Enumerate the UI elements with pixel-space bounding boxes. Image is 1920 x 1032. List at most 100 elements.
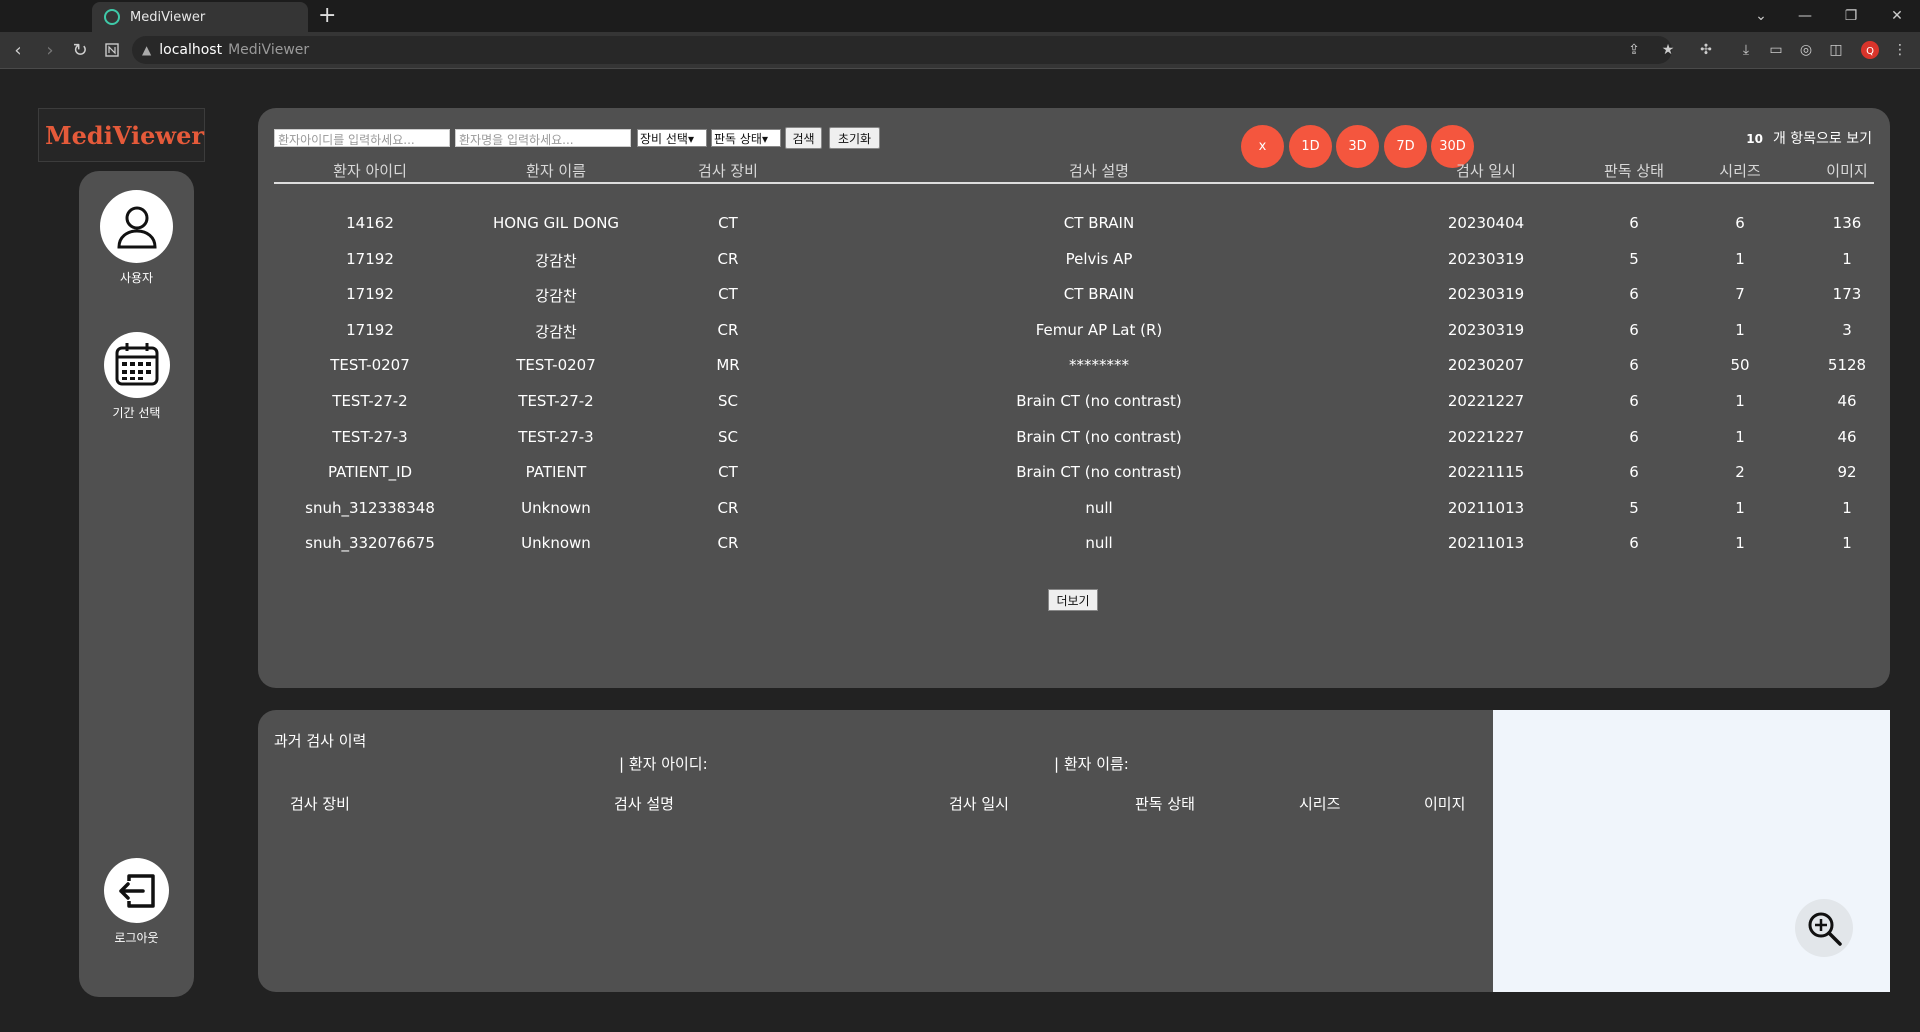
close-window-icon[interactable]: ✕ bbox=[1874, 0, 1920, 32]
table-cell: CT BRAIN bbox=[1063, 285, 1135, 304]
per-page-count: 10 bbox=[1746, 132, 1763, 146]
table-cell: 1 bbox=[1735, 427, 1745, 446]
reload-icon[interactable]: ↻ bbox=[68, 38, 92, 62]
table-cell: Brain CT (no contrast) bbox=[1016, 427, 1182, 446]
address-bar[interactable]: ▲ localhost MediViewer bbox=[132, 36, 1672, 64]
browser-tab[interactable]: MediViewer bbox=[92, 2, 308, 32]
modality-select-value: 장비 선택 bbox=[640, 132, 688, 146]
extension-n-icon[interactable] bbox=[100, 38, 124, 62]
sidebar-item-period[interactable]: 기간 선택 bbox=[79, 332, 194, 421]
history-column-header: 판독 상태 bbox=[1135, 795, 1195, 813]
table-cell: PATIENT bbox=[525, 463, 587, 482]
back-icon[interactable]: ‹ bbox=[6, 38, 30, 62]
logo-text: MediViewer bbox=[45, 120, 204, 150]
table-cell: 6 bbox=[1629, 427, 1639, 446]
table-cell: 173 bbox=[1832, 285, 1862, 304]
screenshot-icon[interactable]: ◎ bbox=[1796, 40, 1816, 60]
table-cell: TEST-27-3 bbox=[332, 427, 408, 446]
search-button[interactable]: 검색 bbox=[785, 127, 822, 149]
sidebar-item-user[interactable]: 사용자 bbox=[79, 190, 194, 286]
table-cell: SC bbox=[718, 392, 738, 410]
table-row[interactable]: PATIENT_ID PATIENT CT Brain CT (no contrast… bbox=[274, 463, 1874, 489]
table-cell: 강감찬 bbox=[535, 251, 577, 270]
forward-icon[interactable]: › bbox=[38, 38, 62, 62]
cast-icon[interactable]: ▭ bbox=[1766, 40, 1786, 60]
table-cell: 6 bbox=[1629, 214, 1639, 232]
column-header[interactable]: 검사 일시 bbox=[1456, 160, 1516, 181]
table-cell: 20230207 bbox=[1447, 356, 1525, 375]
table-cell: 5128 bbox=[1827, 356, 1867, 375]
table-cell: SC bbox=[718, 427, 738, 446]
table-cell: 1 bbox=[1735, 320, 1745, 339]
zoom-in-icon bbox=[1808, 912, 1842, 946]
column-header[interactable]: 환자 이름 bbox=[526, 160, 586, 181]
column-header[interactable]: 검사 장비 bbox=[698, 160, 758, 181]
table-cell: Brain CT (no contrast) bbox=[1016, 392, 1182, 410]
download-icon[interactable]: ⤓ bbox=[1736, 40, 1756, 60]
column-header[interactable]: 판독 상태 bbox=[1604, 160, 1664, 181]
status-select[interactable]: 판독 상태▾ bbox=[711, 129, 781, 147]
table-row[interactable]: 17192 강감찬 CT CT BRAIN 20230319 6 7 173 bbox=[274, 285, 1874, 311]
table-row[interactable]: snuh_312338348 Unknown CR null 20211013 5 1 1 bbox=[274, 499, 1874, 525]
table-row[interactable]: 14162 HONG GIL DONG CT CT BRAIN 20230404 6 6 13… bbox=[274, 214, 1874, 240]
modality-chevron-down-icon: ▾ bbox=[687, 132, 695, 146]
bookmark-star-icon[interactable]: ★ bbox=[1658, 40, 1678, 60]
svg-text:Q: Q bbox=[1866, 46, 1874, 57]
menu-icon[interactable]: ⋮ bbox=[1890, 40, 1910, 60]
history-column-header: 검사 설명 bbox=[614, 795, 674, 813]
table-row[interactable]: snuh_332076675 Unknown CR null 20211013 6 1 1 bbox=[274, 534, 1874, 560]
status-select-value: 판독 상태 bbox=[714, 132, 762, 146]
sidepanel-icon[interactable]: ◫ bbox=[1826, 40, 1846, 60]
table-row[interactable]: TEST-0207 TEST-0207 MR ******** 20230207 6 50 5… bbox=[274, 356, 1874, 382]
column-header[interactable]: 이미지 bbox=[1826, 160, 1867, 181]
table-cell: 1 bbox=[1842, 534, 1852, 553]
table-cell: 6 bbox=[1629, 534, 1639, 553]
table-cell: 92 bbox=[1837, 463, 1857, 482]
zoom-in-button[interactable] bbox=[1795, 899, 1853, 957]
profile-avatar-icon[interactable]: Q bbox=[1860, 40, 1880, 60]
column-header[interactable]: 환자 아이디 bbox=[333, 160, 407, 181]
study-list-panel: 환자아이디를 입력하세요... 환자명을 입력하세요... 장비 선택▾ 판독 … bbox=[258, 108, 1890, 688]
table-cell: Pelvis AP bbox=[1065, 249, 1133, 268]
patient-id-input[interactable]: 환자아이디를 입력하세요... bbox=[274, 129, 450, 147]
table-cell: 5 bbox=[1629, 498, 1639, 517]
table-cell: 6 bbox=[1629, 285, 1639, 304]
url-title: MediViewer bbox=[228, 42, 310, 58]
column-header[interactable]: 시리즈 bbox=[1719, 160, 1760, 181]
table-row[interactable]: 17192 강감찬 CR Pelvis AP 20230319 5 1 1 bbox=[274, 250, 1874, 276]
table-cell: 136 bbox=[1832, 214, 1862, 232]
per-page-selector[interactable]: 10 개 항목으로 보기 bbox=[1746, 128, 1872, 148]
table-cell: 강감찬 bbox=[535, 322, 577, 341]
table-cell: 6 bbox=[1629, 463, 1639, 482]
table-row[interactable]: 17192 강감찬 CR Femur AP Lat (R) 20230319 6 1 3 bbox=[274, 321, 1874, 347]
table-row[interactable]: TEST-27-2 TEST-27-2 SC Brain CT (no contras… bbox=[274, 392, 1874, 418]
new-tab-button[interactable]: + bbox=[318, 4, 336, 28]
minimize-icon[interactable]: — bbox=[1782, 0, 1828, 32]
calendar-icon bbox=[103, 332, 170, 398]
restore-icon[interactable]: ❐ bbox=[1828, 0, 1874, 32]
extensions-icon[interactable]: ✣ bbox=[1696, 40, 1716, 60]
load-more-button[interactable]: 더보기 bbox=[1048, 589, 1098, 611]
table-cell: 1 bbox=[1735, 392, 1745, 410]
share-icon[interactable]: ⇪ bbox=[1624, 40, 1644, 60]
sidebar-item-logout[interactable]: 로그아웃 bbox=[79, 858, 194, 946]
table-cell: Unknown bbox=[521, 534, 591, 553]
table-cell: HONG GIL DONG bbox=[492, 214, 620, 232]
logo[interactable]: MediViewer bbox=[38, 108, 205, 162]
table-row[interactable]: TEST-27-3 TEST-27-3 SC Brain CT (no contras… bbox=[274, 428, 1874, 454]
app-root: MediViewer 사용자 기간 선택 로그아웃 환자아이디를 입력하세요..… bbox=[0, 69, 1920, 1032]
table-cell: 50 bbox=[1730, 356, 1750, 375]
logout-icon bbox=[104, 858, 169, 923]
table-cell: 1 bbox=[1842, 249, 1852, 268]
reset-button[interactable]: 초기화 bbox=[829, 127, 880, 149]
table-cell: CR bbox=[717, 320, 739, 339]
column-header[interactable]: 검사 설명 bbox=[1069, 160, 1129, 181]
table-cell: TEST-0207 bbox=[516, 356, 596, 375]
table-cell: CR bbox=[717, 249, 739, 268]
patient-name-input[interactable]: 환자명을 입력하세요... bbox=[455, 129, 631, 147]
tab-search-icon[interactable]: ⌄ bbox=[1738, 0, 1784, 32]
table-cell: TEST-27-2 bbox=[518, 392, 594, 410]
table-cell: 1 bbox=[1735, 498, 1745, 517]
modality-select[interactable]: 장비 선택▾ bbox=[637, 129, 707, 147]
table-cell: snuh_332076675 bbox=[305, 534, 435, 553]
